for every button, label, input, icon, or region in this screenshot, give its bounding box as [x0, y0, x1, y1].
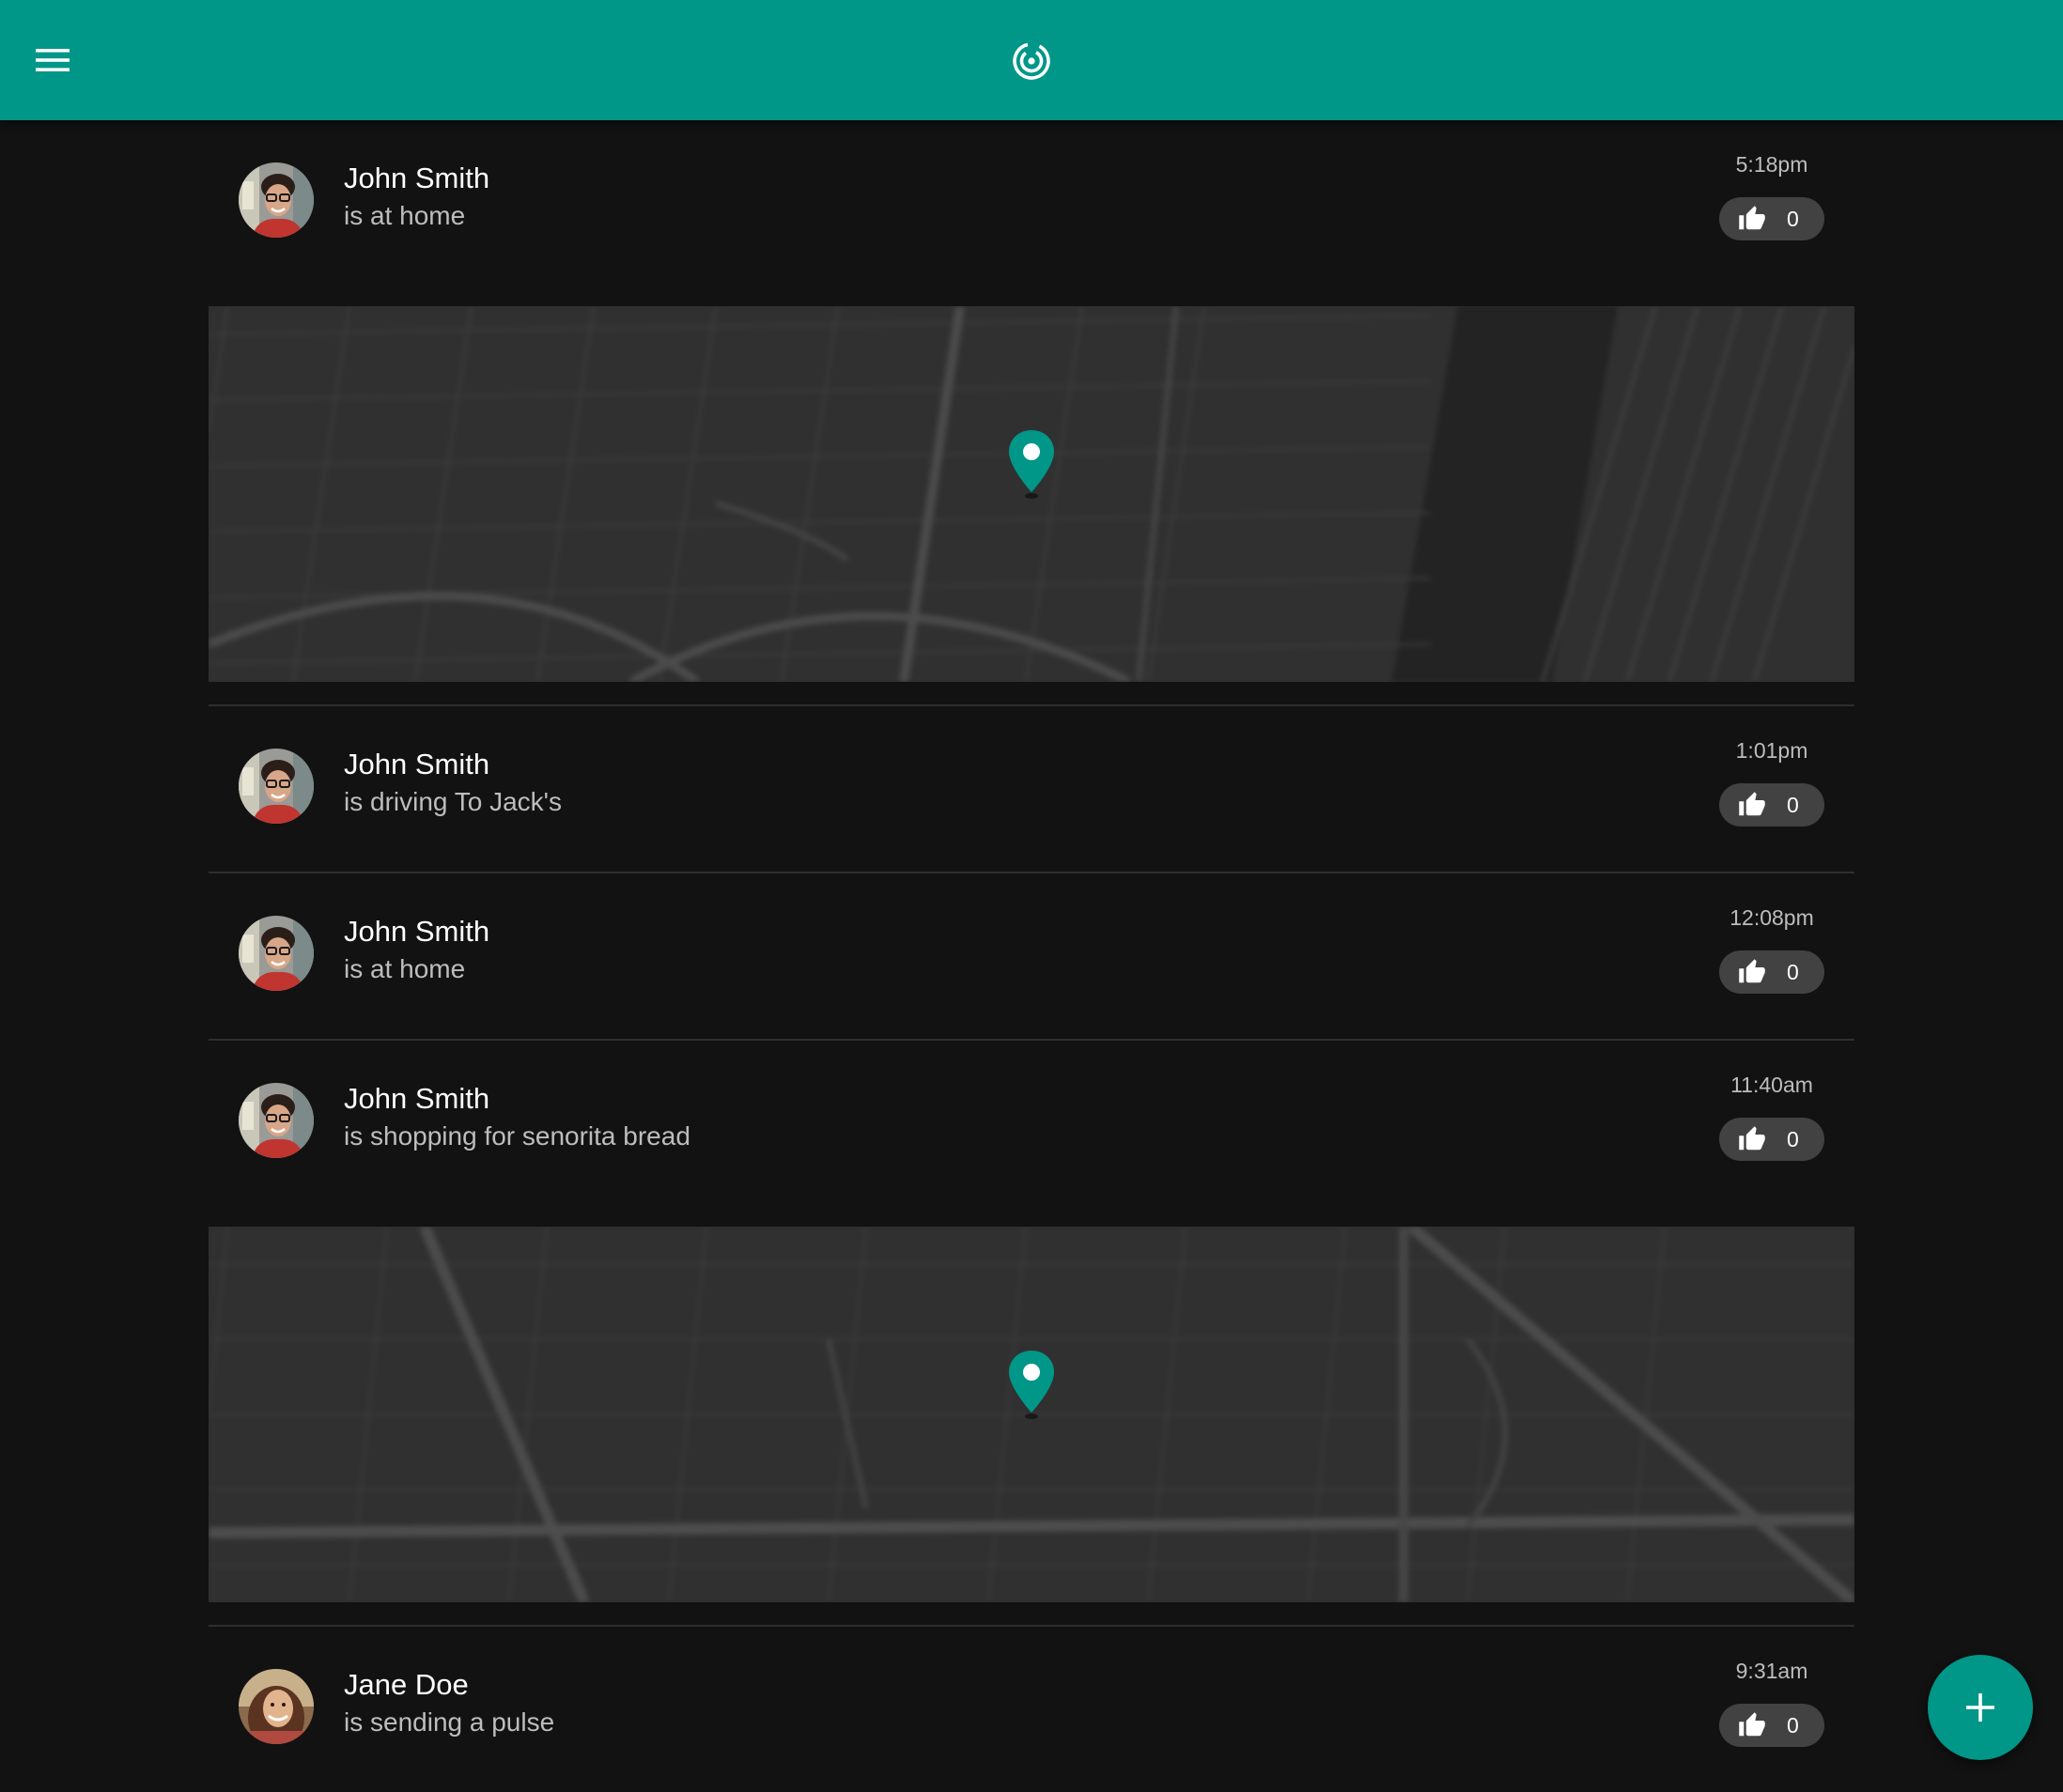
status-text: is at home: [344, 201, 466, 230]
user-name[interactable]: John Smith: [344, 1082, 489, 1116]
thumb-wrapper: [1736, 956, 1768, 988]
thumbs-up-icon: [1739, 959, 1765, 983]
like-button[interactable]: 0: [1719, 197, 1824, 240]
post-header[interactable]: John Smith is at home 5:18pm 0: [209, 120, 1854, 306]
avatar[interactable]: [239, 162, 314, 238]
like-count: 0: [1787, 1126, 1799, 1151]
like-button[interactable]: 0: [1719, 783, 1824, 826]
like-count: 0: [1787, 792, 1799, 817]
menu-button[interactable]: [26, 32, 79, 88]
avatar[interactable]: [239, 1083, 314, 1158]
like-button[interactable]: 0: [1719, 950, 1824, 994]
avatar[interactable]: [239, 916, 314, 991]
post-header[interactable]: John Smith is shopping for senorita bread…: [209, 1041, 1854, 1227]
app-logo[interactable]: [1005, 36, 1058, 85]
avatar[interactable]: [239, 749, 314, 824]
feed-post: Jane Doe is sending a pulse 9:31am 0: [209, 1627, 1854, 1792]
avatar[interactable]: [239, 1669, 314, 1744]
thumb-wrapper: [1736, 203, 1768, 235]
location-map[interactable]: [209, 306, 1854, 682]
like-count: 0: [1787, 1712, 1799, 1738]
location-pin-icon[interactable]: [1005, 428, 1058, 500]
activity-feed: John Smith is at home 5:18pm 0 John Smith is …: [209, 120, 1854, 1792]
thumb-wrapper: [1736, 1709, 1768, 1741]
user-name[interactable]: John Smith: [344, 748, 489, 781]
timestamp: 1:01pm: [1735, 738, 1808, 763]
post-header[interactable]: Jane Doe is sending a pulse 9:31am 0: [209, 1627, 1854, 1792]
status-text: is shopping for senorita bread: [344, 1121, 690, 1151]
like-count: 0: [1787, 206, 1799, 231]
add-pulse-button[interactable]: [1928, 1655, 2033, 1760]
pulse-radar-icon: [1013, 42, 1050, 80]
hamburger-menu-icon: [36, 49, 70, 71]
timestamp: 11:40am: [1730, 1073, 1813, 1097]
timestamp: 12:08pm: [1730, 905, 1814, 930]
timestamp: 9:31am: [1735, 1659, 1808, 1683]
plus-icon: [1966, 1693, 1994, 1722]
status-text: is sending a pulse: [344, 1707, 555, 1737]
thumb-wrapper: [1736, 789, 1768, 821]
like-count: 0: [1787, 959, 1799, 984]
feed-post: John Smith is at home 5:18pm 0: [209, 120, 1854, 706]
post-header[interactable]: John Smith is driving To Jack's 1:01pm 0: [209, 706, 1854, 872]
post-header[interactable]: John Smith is at home 12:08pm 0: [209, 873, 1854, 1039]
user-name[interactable]: Jane Doe: [344, 1668, 469, 1702]
thumbs-up-icon: [1739, 792, 1765, 816]
like-button[interactable]: 0: [1719, 1118, 1824, 1161]
thumb-wrapper: [1736, 1123, 1768, 1155]
timestamp: 5:18pm: [1735, 152, 1808, 177]
thumbs-up-icon: [1739, 1712, 1765, 1737]
location-pin-icon[interactable]: [1005, 1349, 1058, 1420]
location-map[interactable]: [209, 1227, 1854, 1602]
feed-post: John Smith is shopping for senorita bread…: [209, 1041, 1854, 1627]
thumbs-up-icon: [1739, 206, 1765, 230]
feed-post: John Smith is driving To Jack's 1:01pm 0: [209, 706, 1854, 873]
user-name[interactable]: John Smith: [344, 915, 489, 949]
thumbs-up-icon: [1739, 1126, 1765, 1151]
feed-post: John Smith is at home 12:08pm 0: [209, 873, 1854, 1041]
app-header: [0, 0, 2063, 120]
status-text: is driving To Jack's: [344, 787, 563, 816]
status-text: is at home: [344, 954, 466, 983]
like-button[interactable]: 0: [1719, 1704, 1824, 1747]
user-name[interactable]: John Smith: [344, 162, 489, 195]
